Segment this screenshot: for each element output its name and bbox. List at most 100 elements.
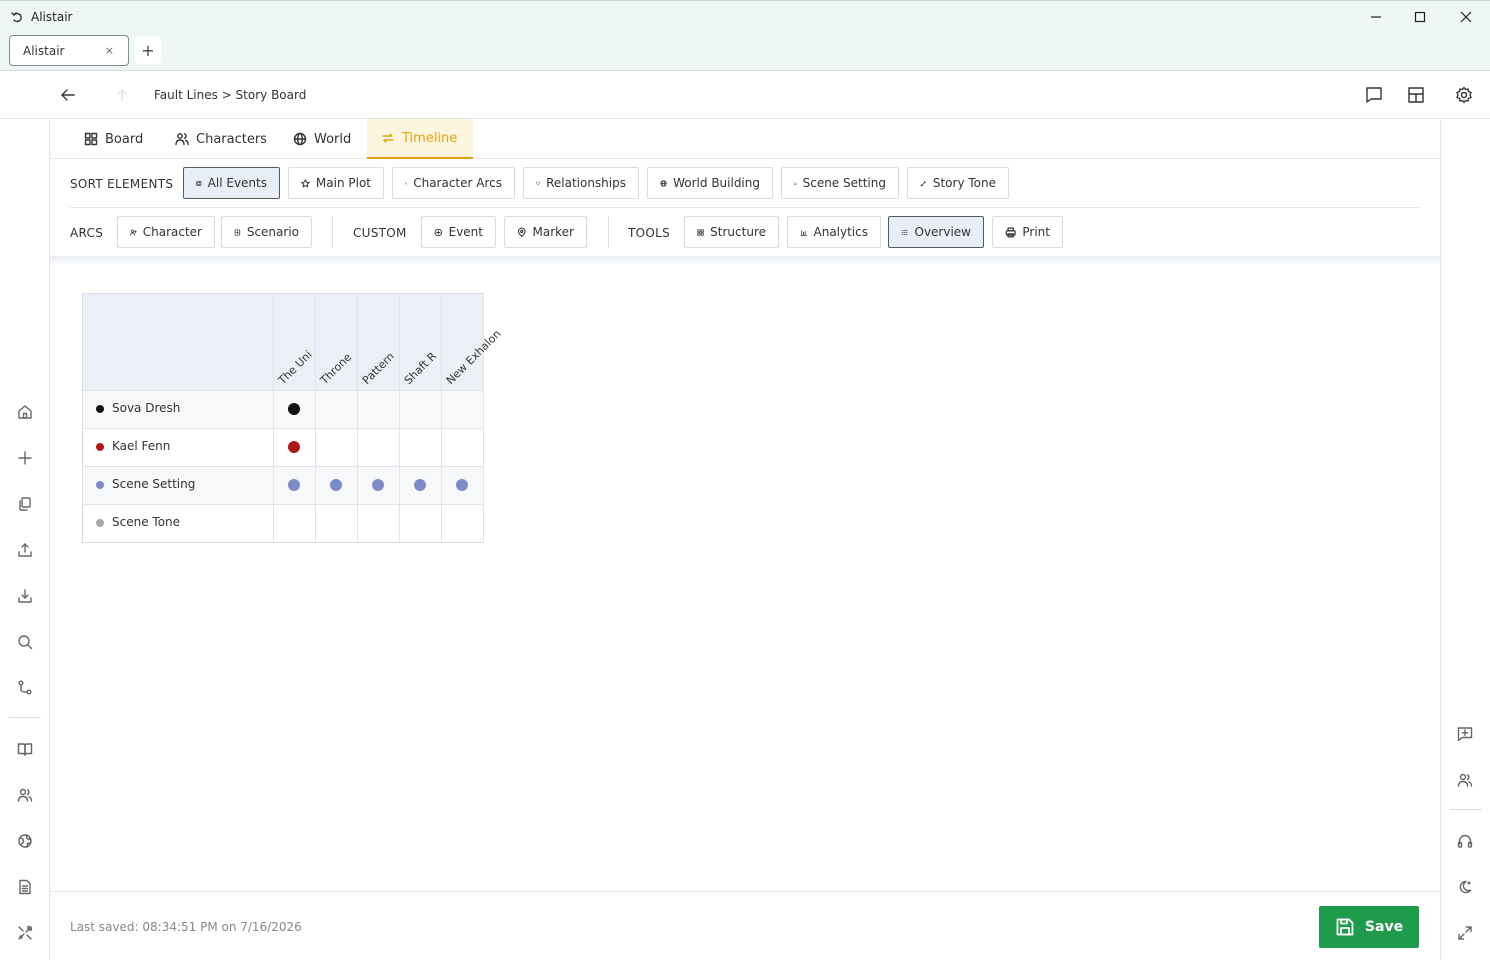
relationships-button[interactable]: Relationships bbox=[523, 167, 639, 199]
analytics-label: Analytics bbox=[813, 225, 869, 239]
expand-icon[interactable] bbox=[1455, 923, 1475, 943]
branch-icon[interactable] bbox=[15, 678, 35, 698]
save-button[interactable]: Save bbox=[1319, 906, 1419, 948]
back-button[interactable] bbox=[58, 85, 78, 105]
world-building-button[interactable]: World Building bbox=[647, 167, 773, 199]
layout-icon[interactable] bbox=[1405, 84, 1427, 106]
sort-elements-label: SORT ELEMENTS bbox=[70, 177, 174, 191]
download-icon[interactable] bbox=[15, 586, 35, 606]
breadcrumb: Fault Lines > Story Board bbox=[154, 88, 307, 102]
tab-strip: Alistair × + bbox=[0, 32, 1490, 71]
upload-icon[interactable] bbox=[15, 540, 35, 560]
all-events-label: All Events bbox=[207, 176, 267, 190]
add-comment-icon[interactable] bbox=[1455, 724, 1475, 744]
tab-board[interactable]: Board bbox=[70, 119, 157, 159]
theme-icon[interactable] bbox=[1455, 877, 1475, 897]
search-icon[interactable] bbox=[15, 632, 35, 652]
footer: Last saved: 08:34:51 PM on 7/16/2026 Sav… bbox=[50, 891, 1440, 960]
new-tab-button[interactable]: + bbox=[135, 36, 161, 64]
toolbar-separator bbox=[332, 216, 333, 248]
matrix-cell-dot[interactable] bbox=[288, 479, 300, 491]
matrix-row[interactable]: Kael Fenn bbox=[83, 428, 483, 466]
matrix-row[interactable]: Scene Setting bbox=[83, 466, 483, 504]
story-tone-label: Story Tone bbox=[932, 176, 996, 190]
home-icon[interactable] bbox=[15, 402, 35, 422]
comment-icon[interactable] bbox=[1363, 84, 1385, 106]
matrix-cell-dot[interactable] bbox=[414, 479, 426, 491]
event-button[interactable]: Event bbox=[421, 216, 496, 248]
collaborators-icon[interactable] bbox=[1455, 770, 1475, 790]
globe-icon[interactable] bbox=[15, 831, 35, 851]
overview-label: Overview bbox=[914, 225, 972, 239]
tools-icon[interactable] bbox=[15, 923, 35, 943]
tab-timeline[interactable]: Timeline bbox=[367, 119, 473, 159]
matrix-row[interactable]: Scene Tone bbox=[83, 504, 483, 542]
print-label: Print bbox=[1022, 225, 1050, 239]
tab-characters-label: Characters bbox=[196, 131, 267, 147]
browser-tab[interactable]: Alistair × bbox=[9, 35, 129, 66]
settings-icon[interactable] bbox=[1453, 84, 1475, 106]
save-icon bbox=[1336, 918, 1354, 936]
browser-tab-label: Alistair bbox=[23, 43, 65, 58]
structure-label: Structure bbox=[710, 225, 766, 239]
right-sidebar bbox=[1440, 119, 1490, 960]
matrix-cell-dot[interactable] bbox=[288, 403, 300, 415]
matrix-gridline bbox=[83, 466, 483, 467]
right-sidebar-divider bbox=[1450, 809, 1482, 810]
all-events-button[interactable]: All Events bbox=[183, 167, 280, 199]
matrix-cell-dot[interactable] bbox=[288, 441, 300, 453]
toolbar-shadow bbox=[50, 256, 1440, 264]
relationships-label: Relationships bbox=[546, 176, 626, 190]
scenario-label: Scenario bbox=[246, 225, 299, 239]
headphones-icon[interactable] bbox=[1455, 831, 1475, 851]
matrix-cell-dot[interactable] bbox=[372, 479, 384, 491]
maximize-button[interactable] bbox=[1397, 1, 1443, 33]
print-button[interactable]: Print bbox=[992, 216, 1063, 248]
character-arc-button[interactable]: Character bbox=[117, 216, 215, 248]
matrix-row[interactable]: Sova Dresh bbox=[83, 390, 483, 428]
scenario-button[interactable]: Scenario bbox=[221, 216, 312, 248]
save-label: Save bbox=[1364, 919, 1404, 935]
title-bar: Alistair bbox=[0, 0, 1490, 32]
nav-bar: Fault Lines > Story Board bbox=[0, 71, 1490, 171]
scene-setting-label: Scene Setting bbox=[802, 176, 886, 190]
character-arcs-button[interactable]: Character Arcs bbox=[392, 167, 515, 199]
arcs-label: ARCS bbox=[70, 226, 104, 240]
character-arc-label: Character bbox=[142, 225, 202, 239]
add-icon[interactable] bbox=[15, 448, 35, 468]
analytics-button[interactable]: Analytics bbox=[787, 216, 881, 248]
book-icon[interactable] bbox=[15, 739, 35, 759]
sidebar-divider bbox=[9, 717, 41, 718]
marker-button[interactable]: Marker bbox=[504, 216, 587, 248]
overview-button[interactable]: Overview bbox=[888, 216, 984, 248]
toolbar-separator bbox=[608, 216, 609, 248]
tab-characters[interactable]: Characters bbox=[161, 119, 281, 159]
structure-button[interactable]: Structure bbox=[684, 216, 779, 248]
character-arcs-label: Character Arcs bbox=[413, 176, 502, 190]
main-tabs: Board Characters World Timeline bbox=[50, 119, 1440, 159]
matrix-cell-dot[interactable] bbox=[456, 479, 468, 491]
left-sidebar bbox=[0, 119, 50, 960]
close-window-button[interactable] bbox=[1443, 1, 1489, 33]
story-tone-button[interactable]: Story Tone bbox=[907, 167, 1009, 199]
copy-icon[interactable] bbox=[15, 494, 35, 514]
tab-board-label: Board bbox=[105, 131, 144, 147]
matrix-row-label: Kael Fenn bbox=[112, 439, 171, 453]
tab-world[interactable]: World bbox=[279, 119, 365, 159]
matrix-cell-dot[interactable] bbox=[330, 479, 342, 491]
scene-setting-button[interactable]: Scene Setting bbox=[781, 167, 899, 199]
matrix-gridline bbox=[483, 294, 484, 542]
row-color-dot bbox=[96, 443, 104, 451]
close-icon[interactable]: × bbox=[105, 44, 114, 57]
document-icon[interactable] bbox=[15, 877, 35, 897]
forward-button[interactable] bbox=[112, 85, 132, 105]
custom-label: CUSTOM bbox=[353, 226, 407, 240]
overview-matrix: Sova Dresh Kael Fenn Scene Setting Scene To… bbox=[82, 293, 504, 543]
users-icon[interactable] bbox=[15, 785, 35, 805]
matrix-gridline bbox=[357, 294, 358, 542]
row-color-dot bbox=[96, 519, 104, 527]
tab-world-label: World bbox=[314, 131, 352, 147]
main-plot-button[interactable]: Main Plot bbox=[288, 167, 384, 199]
minimize-button[interactable] bbox=[1353, 1, 1399, 33]
matrix-row-label: Scene Setting bbox=[112, 477, 196, 491]
